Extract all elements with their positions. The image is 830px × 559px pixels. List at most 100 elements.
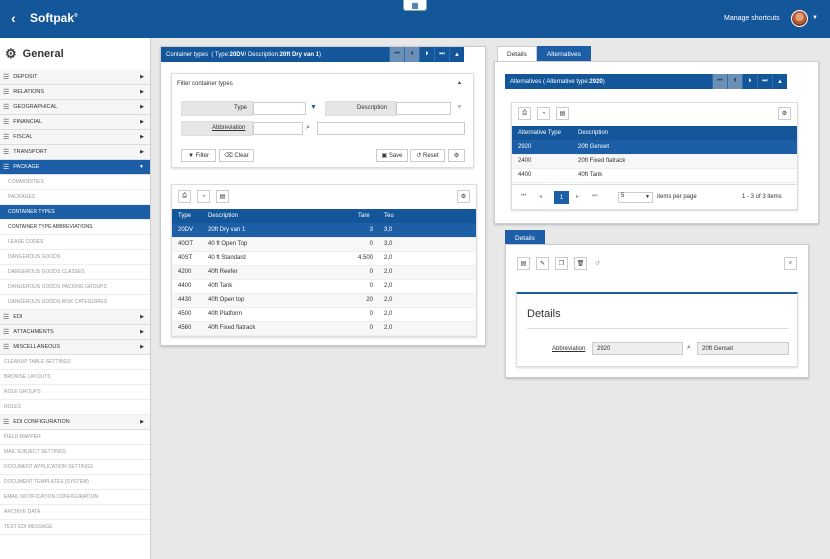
sidebar-item-browse-layouts[interactable]: BROWSE LAYOUTS [0, 370, 150, 385]
sidebar-group-fiscal[interactable]: ☰ FISCAL ▶ [0, 130, 150, 145]
undo-icon[interactable]: ↺ [595, 260, 600, 267]
tab-alternatives[interactable]: Alternatives [536, 46, 591, 61]
first-record-icon[interactable]: ⏮ [389, 47, 404, 62]
sidebar-group-attachments[interactable]: ☰ ATTACHMENTS ▶ [0, 325, 150, 340]
pager-next-icon[interactable]: ▸ [576, 193, 579, 200]
column-header-alternative-type[interactable]: Alternative Type [512, 126, 572, 140]
save-button[interactable]: ▣ Save [376, 149, 408, 162]
table-row[interactable]: 4400 40ft Tank 0 2,0 [172, 279, 476, 294]
type-input[interactable] [253, 102, 306, 115]
sidebar-item-lease-codes[interactable]: LEASE CODES [0, 235, 150, 250]
alt-first-icon[interactable]: ⏮ [712, 74, 727, 89]
sidebar-item-dangerous-goods-risk-categories[interactable]: DANGEROUS GOODS RISK CATEGORIES [0, 295, 150, 310]
clear-button[interactable]: ⌫ Clear [219, 149, 254, 162]
sidebar-item-test-edi-message[interactable]: TEST EDI MESSAGE [0, 520, 150, 535]
sidebar-item-container-type-abbreviations[interactable]: CONTAINER TYPE ABBREVIATIONS [0, 220, 150, 235]
sidebar-group-geographical[interactable]: ☰ GEOGRAPHICAL ▶ [0, 100, 150, 115]
details-search-icon[interactable]: ⌕ [784, 257, 797, 270]
details-abbreviation-input[interactable]: 2920 [592, 342, 683, 355]
manage-shortcuts-link[interactable]: Manage shortcuts [724, 15, 780, 22]
last-record-icon[interactable]: ⏭ [434, 47, 449, 62]
user-menu-caret-icon[interactable]: ▼ [812, 15, 818, 21]
apps-grid-icon[interactable]: ▦ [403, 0, 427, 11]
pager-first-icon[interactable]: ⏮ [521, 193, 526, 200]
details-abbreviation-search-icon[interactable]: ⌕ [687, 344, 691, 352]
brand-logo[interactable]: Softpak® [30, 11, 78, 25]
sidebar-group-package[interactable]: ☰ PACKAGE ▼ [0, 160, 150, 175]
abbreviation-input[interactable] [253, 122, 303, 135]
table-row[interactable]: 20DV 20ft Dry van 1 3 3,0 [172, 223, 476, 238]
edit-icon[interactable]: ✎ [536, 257, 549, 270]
column-header-type[interactable]: Type [172, 209, 202, 223]
abbreviation-label[interactable]: Abbreviation [212, 125, 245, 131]
column-header-teu[interactable]: Teu [378, 209, 409, 223]
sidebar-group-transport[interactable]: ☰ TRANSPORT ▶ [0, 145, 150, 160]
column-header-description[interactable]: Description [202, 209, 352, 223]
table-row[interactable]: 2400 20ft Fixed flatrack [512, 154, 797, 169]
pager-page-button[interactable]: 1 [554, 191, 569, 204]
alt-prev-icon[interactable]: ⏴ [727, 74, 742, 89]
filter-settings-icon[interactable]: ⚙ [448, 149, 465, 162]
tab-details-active[interactable]: Details [505, 230, 545, 245]
table-row[interactable]: 4400 40ft Tank [512, 168, 797, 183]
collapse-icon[interactable]: ▲ [449, 47, 464, 62]
sidebar-item-document-application-settings[interactable]: DOCUMENT APPLICATION SETTINGS [0, 460, 150, 475]
sidebar-item-packages[interactable]: PACKAGES [0, 190, 150, 205]
sidebar-group-deposit[interactable]: ☰ DEPOSIT ▶ [0, 70, 150, 85]
document-icon[interactable]: ▤ [216, 190, 229, 203]
alt-chart-icon[interactable]: ◔ [537, 107, 550, 120]
sidebar-item-archive-data[interactable]: ARCHIVE DATA [0, 505, 150, 520]
next-record-icon[interactable]: ⏵ [419, 47, 434, 62]
table-row[interactable]: 4430 40ft Open top 20 2,0 [172, 293, 476, 308]
sidebar-item-roles[interactable]: ROLES [0, 400, 150, 415]
print-icon[interactable]: ⎙ [178, 190, 191, 203]
sidebar-group-edi-configuration[interactable]: ☰ EDI CONFIGURATION ▶ [0, 415, 150, 430]
prev-record-icon[interactable]: ⏴ [404, 47, 419, 62]
description-input[interactable] [396, 102, 451, 115]
abbreviation-search-icon[interactable]: ⌕ [306, 124, 310, 132]
table-row[interactable]: 4560 40ft Fixed flatrack 0 2,0 [172, 321, 476, 336]
sidebar-item-role-groups[interactable]: ROLE GROUPS [0, 385, 150, 400]
sidebar-item-cleanup-table-settings[interactable]: CLEANUP TABLE SETTINGS [0, 355, 150, 370]
sidebar-item-dangerous-goods-classes[interactable]: DANGEROUS GOODS CLASSES [0, 265, 150, 280]
sidebar-item-container-types[interactable]: CONTAINER TYPES [0, 205, 150, 220]
sidebar-group-relations[interactable]: ☰ RELATIONS ▶ [0, 85, 150, 100]
sidebar-item-email-notification-configuration[interactable]: EMAIL NOTIFICATION CONFIGURATION [0, 490, 150, 505]
alt-collapse-icon[interactable]: ▲ [772, 74, 787, 89]
alt-settings-icon[interactable]: ⚙ [778, 107, 791, 120]
alt-last-icon[interactable]: ⏭ [757, 74, 772, 89]
pager-prev-icon[interactable]: ◂ [539, 193, 542, 200]
sidebar-item-field-mapper[interactable]: FIELD MAPPER [0, 430, 150, 445]
table-row[interactable]: 40ST 40 ft Standard 4.500 2,0 [172, 251, 476, 266]
tab-details[interactable]: Details [497, 46, 537, 61]
chart-icon[interactable]: ◔ [197, 190, 210, 203]
alt-next-icon[interactable]: ⏵ [742, 74, 757, 89]
column-header-tare[interactable]: Tare [352, 209, 379, 223]
sidebar-item-dangerous-goods[interactable]: DANGEROUS GOODS [0, 250, 150, 265]
sidebar-group-financial[interactable]: ☰ FINANCIAL ▶ [0, 115, 150, 130]
sidebar-item-document-templates-system[interactable]: DOCUMENT TEMPLATES (SYSTEM) [0, 475, 150, 490]
table-row[interactable]: 40OT 40 ft Open Top 0 3,0 [172, 237, 476, 252]
sidebar-item-commodities[interactable]: COMMODITIES [0, 175, 150, 190]
reset-button[interactable]: ↺ Reset [410, 149, 445, 162]
copy-icon[interactable]: ❐ [555, 257, 568, 270]
sidebar-item-dangerous-goods-packing-groups[interactable]: DANGEROUS GOODS PACKING GROUPS [0, 280, 150, 295]
filter-collapse-icon[interactable]: ▲ [457, 80, 462, 86]
pager-last-icon[interactable]: ⏭ [592, 193, 597, 200]
page-size-select[interactable]: 5 ▼ [618, 192, 653, 203]
delete-icon[interactable]: 🗑 [574, 257, 587, 270]
description-filter-icon[interactable]: ▼ [456, 104, 463, 111]
type-filter-icon[interactable]: ▼ [310, 104, 317, 111]
table-row[interactable]: 4200 40ft Reefer 0 2,0 [172, 265, 476, 280]
alt-print-icon[interactable]: ⎙ [518, 107, 531, 120]
avatar[interactable] [791, 10, 808, 27]
grid-settings-icon[interactable]: ⚙ [457, 190, 470, 203]
table-row[interactable]: 2920 20ft Genset [512, 140, 797, 155]
alt-document-icon[interactable]: ▤ [556, 107, 569, 120]
column-header-alt-description[interactable]: Description [572, 126, 797, 140]
sidebar-group-miscellaneous[interactable]: ☰ MISCELLANEOUS ▶ [0, 340, 150, 355]
filter-button[interactable]: ▼ Filter [181, 149, 216, 162]
details-abbreviation-label[interactable]: Abbreviation [552, 346, 585, 352]
sidebar-item-mail-subject-settings[interactable]: MAIL SUBJECT SETTINGS [0, 445, 150, 460]
back-icon[interactable]: ‹ [11, 10, 16, 26]
